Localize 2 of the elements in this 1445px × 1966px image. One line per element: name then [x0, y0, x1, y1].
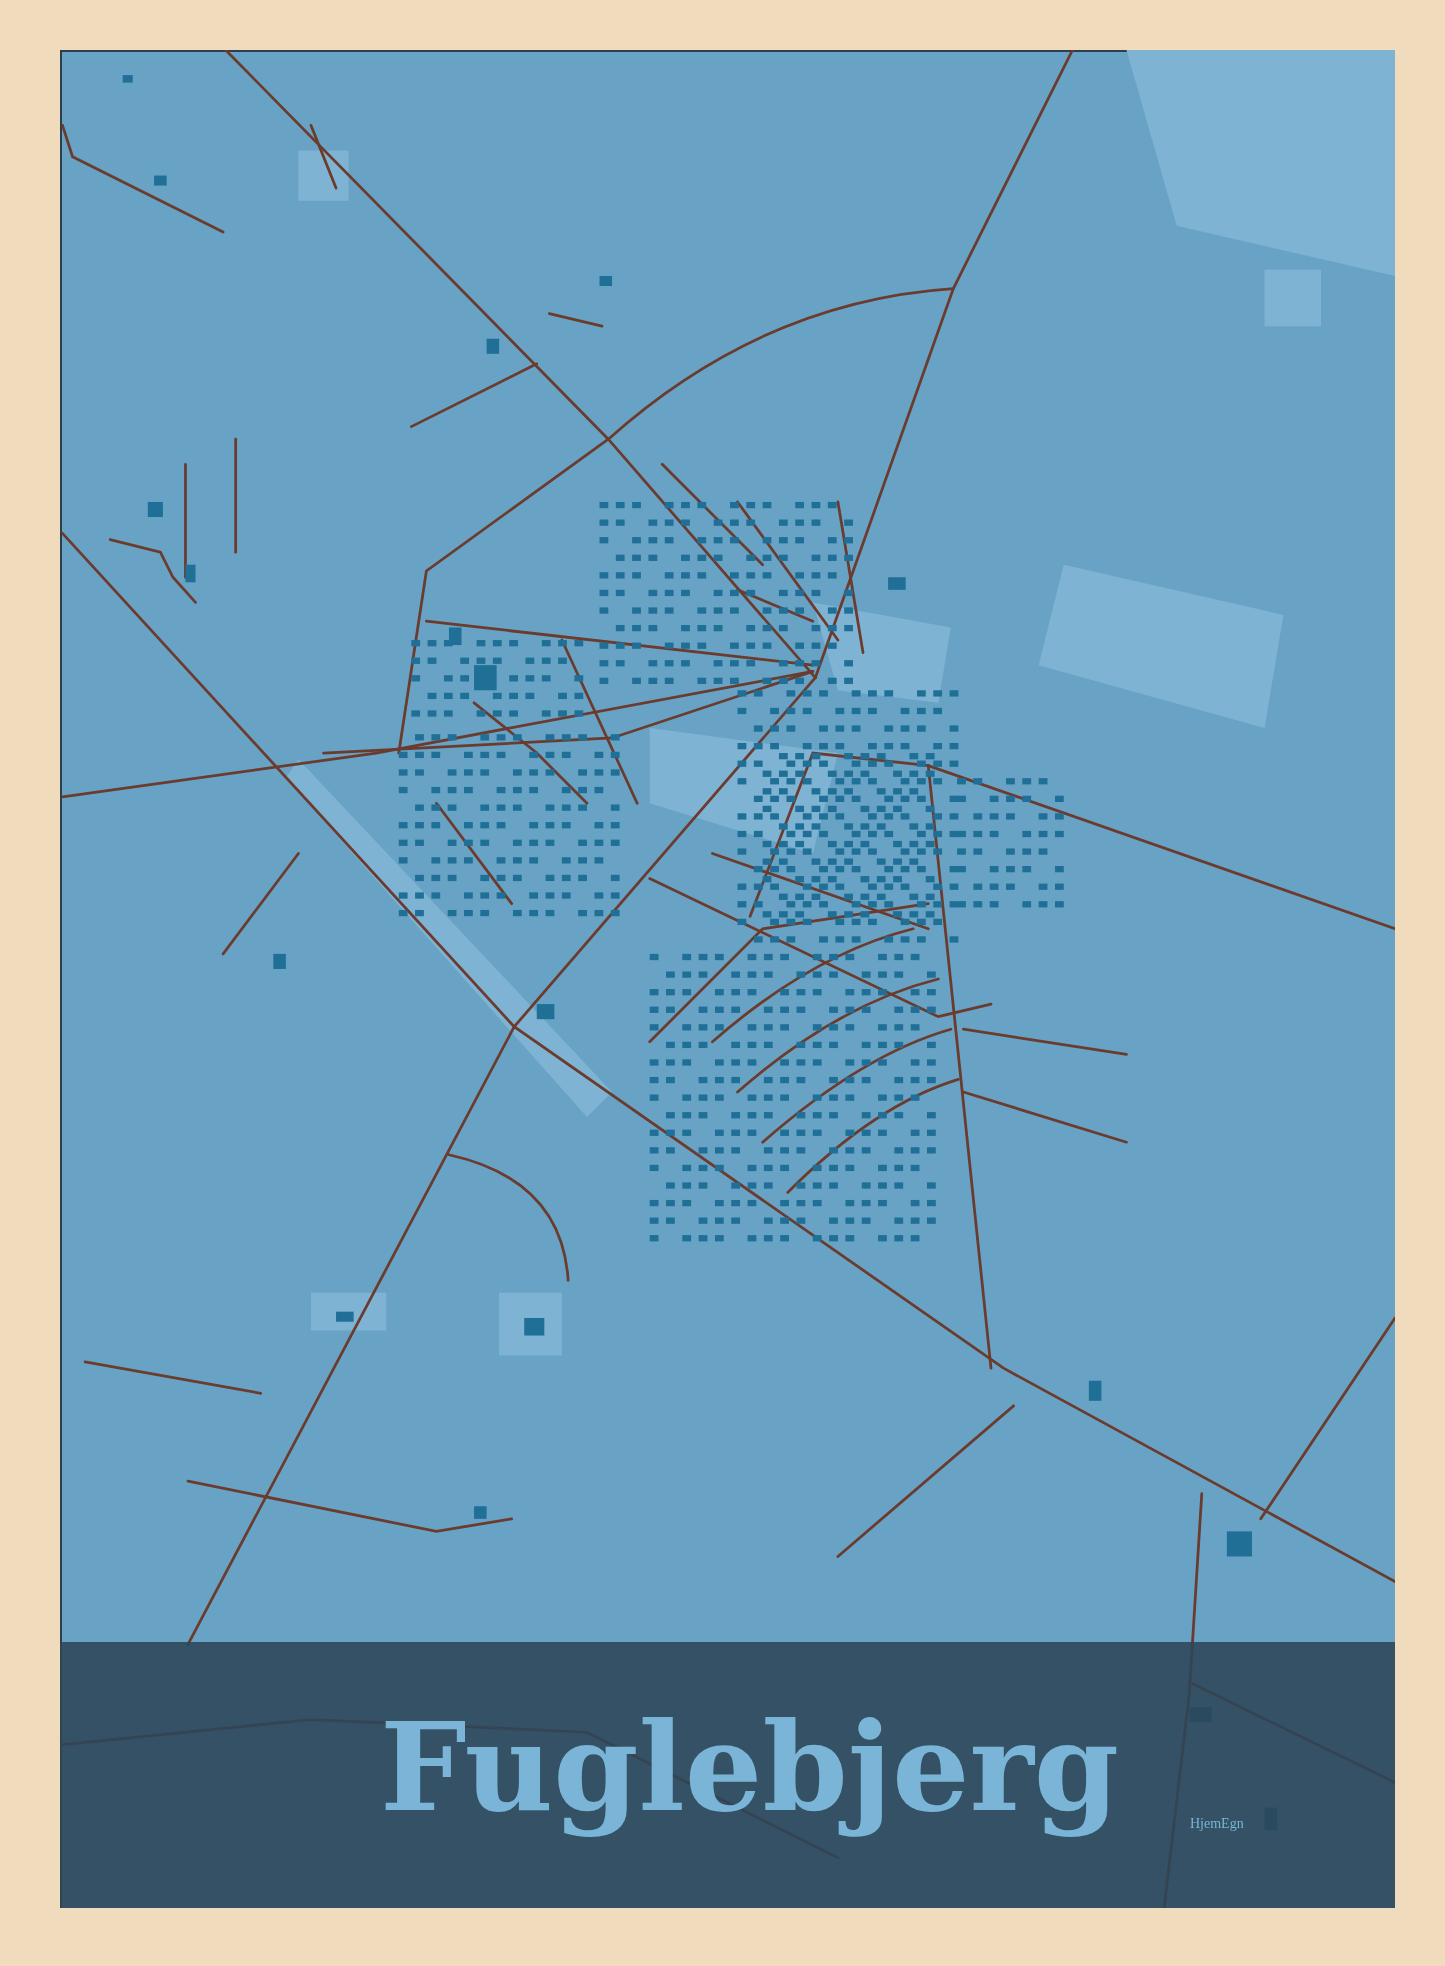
poster-title: Fuglebjerg: [380, 1700, 1120, 1835]
brand-logo-text: HjemEgn: [1190, 1816, 1244, 1832]
